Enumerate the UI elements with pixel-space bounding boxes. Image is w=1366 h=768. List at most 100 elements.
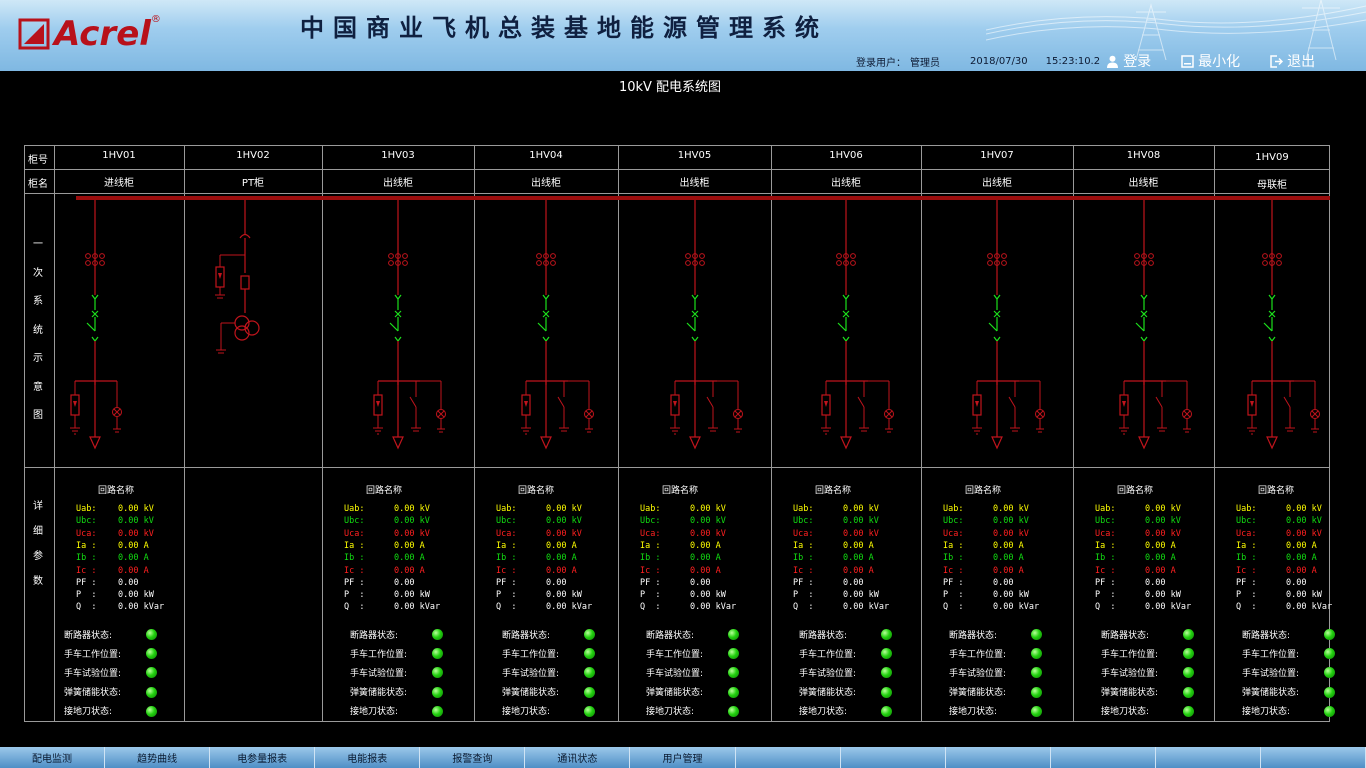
breaker-icon	[1268, 310, 1276, 318]
nav-tab[interactable]: 趋势曲线	[105, 747, 211, 768]
ground-icon	[70, 427, 80, 435]
current-transformer-icon	[536, 253, 542, 259]
status-indicator-led-icon	[432, 686, 443, 698]
status-indicator-led-icon	[432, 705, 443, 717]
nav-tab[interactable]: 用户管理	[630, 747, 736, 768]
param-row: PF : 0.00	[1236, 577, 1356, 589]
current-transformer-icon	[987, 253, 993, 259]
cabinet-name: 出线柜	[679, 178, 710, 189]
param-label: PF :	[496, 577, 517, 588]
param-row: Uab: 0.00 kV	[344, 503, 464, 515]
param-row: Ubc: 0.00 kV	[76, 515, 196, 527]
status-label: 弹簧储能状态:	[949, 688, 1007, 699]
nav-tab-empty[interactable]	[736, 747, 841, 768]
earth-switch-blade	[1283, 396, 1291, 408]
param-value: 0.00 A	[1286, 565, 1317, 576]
param-label: Ia :	[793, 540, 814, 551]
param-label: Ic :	[76, 565, 97, 576]
status-row: 手车工作位置:	[799, 644, 909, 662]
param-label: Ib :	[76, 553, 97, 564]
cabinet-name: 母联柜	[1257, 180, 1287, 191]
ground-icon	[1247, 427, 1257, 435]
status-label: 弹簧储能状态:	[502, 688, 560, 699]
ground-icon	[670, 427, 680, 435]
login-user-label: 登录用户：	[856, 57, 906, 69]
exit-button[interactable]: 退出	[1270, 51, 1315, 71]
param-row: Ubc: 0.00 kV	[496, 515, 616, 527]
param-value: 0.00 kV	[1286, 504, 1322, 514]
nav-tab[interactable]: 电能报表	[315, 747, 421, 768]
nav-tab[interactable]: 配电监测	[0, 747, 106, 768]
cabinet-params: 回路名称 Uab: 0.00 kV Ubc: 0.00 kV Uca: 0.00 kV Ia …	[1236, 485, 1356, 612]
breaker-blade	[837, 322, 847, 332]
param-row: Uca: 0.00 kV	[1095, 528, 1215, 540]
status-label: 弹簧储能状态:	[1242, 688, 1300, 699]
distribution-grid: 柜号 柜名一次系统示意图详细参数 1HV01 进线柜 回路名称 Uab: 0.00 kV Ub…	[24, 145, 1335, 722]
bottom-navigation: 配电监测 趋势曲线 电参量报表 电能报表 报警查询 通讯状态 用户管理	[0, 747, 1366, 768]
status-label: 手车试验位置:	[502, 668, 560, 679]
param-row: P : 0.00 kW	[76, 589, 196, 601]
nav-tab[interactable]: 报警查询	[420, 747, 526, 768]
status-label: 手车试验位置:	[1101, 668, 1159, 679]
param-row: Ia : 0.00 A	[793, 540, 913, 552]
param-label: P :	[793, 590, 814, 601]
nav-tab[interactable]: 通讯状态	[525, 747, 631, 768]
nav-tab[interactable]: 电参量报表	[210, 747, 316, 768]
status-label: 手车试验位置:	[949, 668, 1007, 679]
nav-tab-empty[interactable]	[1051, 747, 1156, 768]
cabinet-name: 出线柜	[383, 178, 413, 189]
status-indicator-led-icon	[881, 686, 892, 698]
nav-tab-empty[interactable]	[946, 747, 1051, 768]
status-label: 手车工作位置:	[64, 649, 122, 660]
plug-contact-icon	[394, 294, 402, 300]
breaker-icon	[91, 310, 99, 318]
ground-icon	[859, 427, 869, 432]
cabinet-number: 1HV03	[381, 150, 415, 161]
cabinet-params: 回路名称 Uab: 0.00 kV Ubc: 0.00 kV Uca: 0.00 kV Ia …	[1095, 485, 1215, 612]
arrester-arrow	[975, 401, 979, 407]
status-indicator-led-icon	[584, 648, 595, 660]
param-label: Uab:	[76, 504, 97, 514]
param-row: Ia : 0.00 A	[344, 540, 464, 552]
plug-contact-icon	[691, 294, 699, 300]
param-label: Ic :	[1095, 565, 1116, 576]
param-row: Uab: 0.00 kV	[793, 503, 913, 515]
plug-contact-icon	[1140, 336, 1148, 342]
param-row: Ic : 0.00 A	[793, 565, 913, 577]
minimize-button-label: 最小化	[1198, 54, 1241, 70]
minimize-button[interactable]: 最小化	[1181, 51, 1240, 71]
plug-contact-icon	[1268, 294, 1276, 300]
login-button[interactable]: 登录	[1106, 51, 1151, 71]
nav-tab-empty[interactable]	[1261, 747, 1366, 768]
cable-outgoing-icon	[840, 436, 852, 450]
param-label: Ic :	[496, 565, 517, 576]
param-row: PF : 0.00	[76, 577, 196, 589]
nav-tab-empty[interactable]	[1156, 747, 1261, 768]
param-value: 0.00 kV	[394, 504, 430, 514]
status-indicator-led-icon	[1324, 686, 1335, 698]
status-label: 断路器状态:	[350, 630, 399, 641]
status-indicator-led-icon	[1324, 667, 1335, 679]
plug-contact-icon	[394, 336, 402, 342]
param-label: P :	[640, 590, 661, 601]
status-row: 接地刀状态:	[646, 702, 756, 720]
cabinet-number: 1HV07	[980, 150, 1014, 161]
current-transformer-icon	[850, 253, 856, 259]
nav-tab-empty[interactable]	[841, 747, 946, 768]
param-value: 0.00 kV	[1145, 504, 1181, 514]
current-transformer-icon	[1262, 253, 1268, 259]
status-row: 断路器状态:	[799, 625, 909, 643]
current-transformer-icon	[388, 260, 394, 266]
plug-contact-icon	[993, 336, 1001, 342]
exit-button-label: 退出	[1287, 54, 1316, 70]
status-row: 断路器状态:	[1101, 625, 1211, 643]
param-row: Uab: 0.00 kV	[1095, 503, 1215, 515]
cabinet-status-list: 断路器状态: 手车工作位置: 手车试验位置: 弹簧储能状态: 接地刀状态:	[1242, 625, 1352, 720]
status-indicator-led-icon	[146, 648, 157, 660]
status-indicator-led-icon	[432, 648, 443, 660]
param-value: 0.00 A	[1145, 540, 1176, 551]
param-row: Uca: 0.00 kV	[793, 528, 913, 540]
param-label: Q :	[793, 602, 814, 613]
status-bar: 登录用户： 管理员 2018/07/30 15:23:10.2 登录 最小化 退…	[856, 52, 1345, 70]
cabinet-status-list: 断路器状态: 手车工作位置: 手车试验位置: 弹簧储能状态: 接地刀状态:	[949, 625, 1059, 720]
